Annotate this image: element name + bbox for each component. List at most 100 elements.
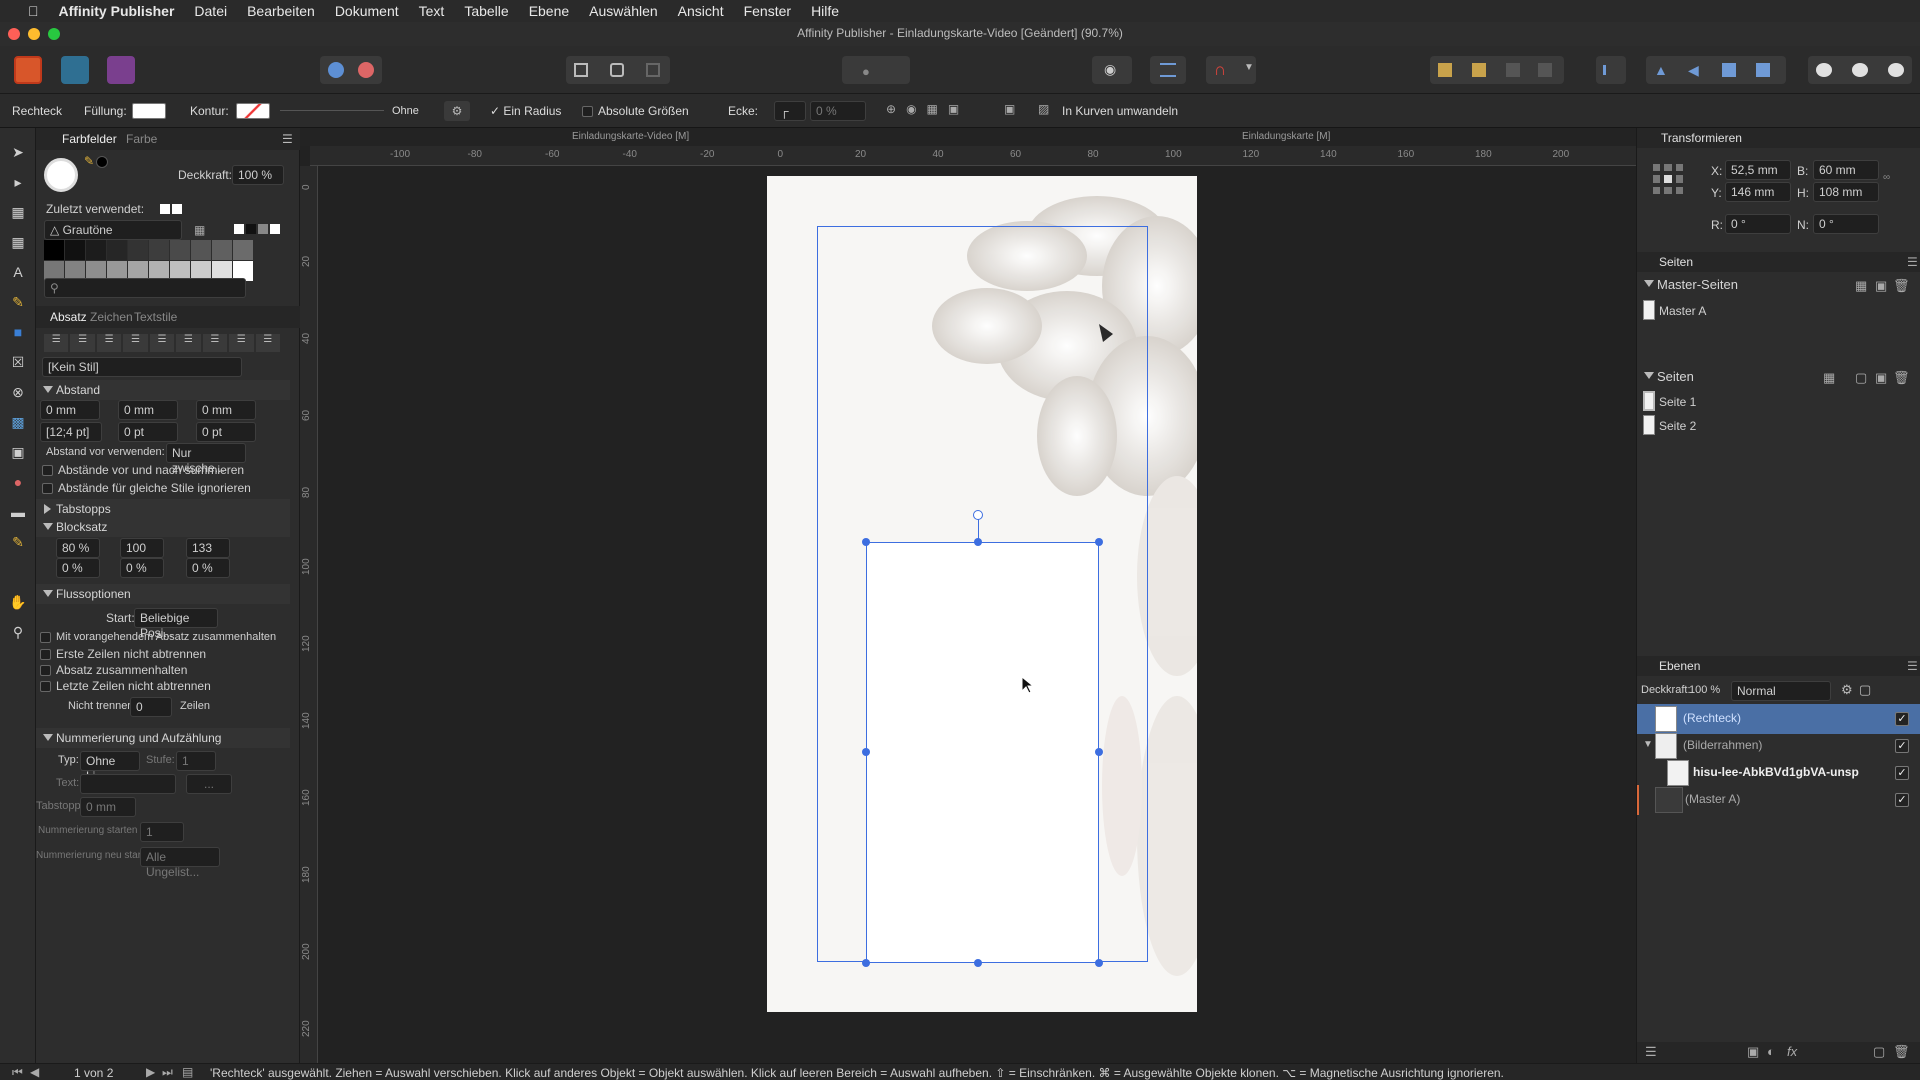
fill-swatch[interactable] bbox=[132, 103, 166, 119]
align-icon[interactable] bbox=[1603, 65, 1619, 75]
one-radius-checkbox[interactable]: ✓ Ein Radius bbox=[490, 104, 561, 118]
color-picker-tool-icon[interactable]: ✎ bbox=[8, 532, 28, 552]
share-icon[interactable] bbox=[328, 62, 344, 78]
menu-dokument[interactable]: Dokument bbox=[325, 0, 409, 22]
swatch-white-small[interactable] bbox=[270, 224, 280, 234]
blend-mode-select[interactable]: Normal bbox=[1731, 681, 1831, 701]
gray-swatch[interactable] bbox=[170, 240, 190, 260]
start-number-field[interactable]: 1 bbox=[140, 822, 184, 842]
align-away-icon[interactable]: ☰ bbox=[255, 334, 280, 352]
word-spacing-opt-field[interactable]: 100 % bbox=[120, 538, 164, 570]
type-select[interactable]: Ohne Li... bbox=[80, 751, 140, 783]
letter-spacing-max-field[interactable]: 0 % bbox=[186, 558, 230, 578]
anchor-point[interactable] bbox=[1653, 175, 1661, 183]
tab-absatz[interactable]: Absatz bbox=[50, 310, 87, 324]
flip-horizontal-icon[interactable]: ▲ bbox=[1654, 62, 1668, 78]
gear-icon[interactable]: ⚙ bbox=[444, 101, 470, 121]
justify-center-icon[interactable]: ☰ bbox=[149, 334, 175, 352]
mask-icon[interactable]: ▣ bbox=[1747, 1044, 1759, 1060]
page-1-thumbnail[interactable] bbox=[1643, 391, 1655, 411]
arrange-back-icon[interactable] bbox=[1438, 63, 1452, 77]
gray-swatch[interactable] bbox=[212, 240, 232, 260]
keep-together-checkbox[interactable]: Absatz zusammenhalten bbox=[40, 663, 187, 677]
x-field[interactable]: 52,5 mm bbox=[1725, 160, 1791, 180]
page-options-icon[interactable]: ▦ bbox=[1823, 370, 1835, 386]
next-page-icon[interactable]: ▶ bbox=[146, 1065, 155, 1079]
layer-visibility-checkbox[interactable]: ✓ bbox=[1895, 793, 1909, 807]
opacity-field[interactable]: 100 % bbox=[232, 165, 284, 185]
anchor-point[interactable] bbox=[1675, 175, 1683, 183]
menu-ebene[interactable]: Ebene bbox=[519, 0, 579, 22]
move-tool-icon[interactable]: ➤ bbox=[8, 142, 28, 162]
photo-persona-icon[interactable] bbox=[61, 56, 89, 84]
publisher-persona-icon[interactable] bbox=[14, 56, 42, 84]
delete-page-icon[interactable]: 🗑 bbox=[1893, 370, 1910, 386]
corner-type-select[interactable]: ┌ bbox=[774, 101, 806, 121]
duplicate-page-icon[interactable]: ▣ bbox=[1875, 370, 1887, 386]
palette-select[interactable]: △ Grautöne bbox=[44, 220, 182, 240]
numbering-section[interactable]: Nummerierung und Aufzählung bbox=[36, 728, 290, 748]
add-master-icon[interactable]: ▦ bbox=[1855, 278, 1867, 294]
zoom-tool-icon[interactable]: ⚲ bbox=[8, 622, 28, 642]
picture-frame-tool-icon[interactable]: ☒ bbox=[8, 352, 28, 372]
snapping-magnet-icon[interactable]: ∩ bbox=[1214, 60, 1226, 80]
black-swatch[interactable] bbox=[96, 156, 108, 168]
menu-bearbeiten[interactable]: Bearbeiten bbox=[237, 0, 325, 22]
gear-icon[interactable]: ⚙ bbox=[1841, 682, 1853, 698]
menu-ansicht[interactable]: Ansicht bbox=[668, 0, 734, 22]
node-tool-icon[interactable]: ▸ bbox=[8, 172, 28, 192]
document-page[interactable] bbox=[767, 176, 1197, 1012]
delete-layer-icon[interactable]: 🗑 bbox=[1893, 1044, 1910, 1060]
layer-row-bilderrahmen[interactable]: ▼ (Bilderrahmen) ✓ bbox=[1637, 731, 1920, 761]
flow-section[interactable]: Flussoptionen bbox=[36, 584, 290, 604]
paragraph-style-select[interactable]: [Kein Stil] bbox=[42, 357, 242, 377]
layer-opacity-value[interactable]: 100 % bbox=[1689, 684, 1720, 696]
chevron-down-icon[interactable]: ▼ bbox=[1244, 62, 1254, 73]
gray-swatch[interactable] bbox=[149, 240, 169, 260]
text-select[interactable] bbox=[80, 774, 176, 794]
artistic-text-tool-icon[interactable]: A bbox=[8, 262, 28, 282]
indent-right-field[interactable]: 0 mm bbox=[118, 400, 178, 420]
resize-handle-r[interactable] bbox=[1095, 748, 1103, 756]
prev-page-icon[interactable]: ◀ bbox=[30, 1065, 39, 1079]
rotation-handle[interactable] bbox=[973, 510, 983, 520]
add-page-icon[interactable]: ▢ bbox=[1855, 370, 1867, 386]
rotate-left-icon[interactable] bbox=[1722, 63, 1736, 77]
gray-swatch[interactable] bbox=[44, 240, 64, 260]
layer-row-master[interactable]: (Master A) ✓ bbox=[1637, 785, 1920, 815]
absolute-sizes-checkbox[interactable]: Absolute Größen bbox=[582, 104, 689, 118]
hand-tool-icon[interactable]: ✋ bbox=[8, 592, 28, 612]
preflight-icon[interactable] bbox=[358, 62, 374, 78]
menu-text[interactable]: Text bbox=[409, 0, 455, 22]
letter-spacing-opt-field[interactable]: 0 % bbox=[120, 558, 164, 578]
last-lines-checkbox[interactable]: Letzte Zeilen nicht abtrennen bbox=[40, 679, 211, 693]
menu-hilfe[interactable]: Hilfe bbox=[801, 0, 849, 22]
menu-datei[interactable]: Datei bbox=[184, 0, 237, 22]
crosshair-icon[interactable]: ⊕ bbox=[886, 102, 896, 120]
crop-tool-icon[interactable]: ▣ bbox=[8, 442, 28, 462]
view-spread-icon[interactable] bbox=[610, 63, 624, 77]
doc-tab-card[interactable]: Einladungskarte [M] bbox=[1242, 131, 1330, 142]
page-1-label[interactable]: Seite 1 bbox=[1659, 395, 1696, 409]
sum-spacing-checkbox[interactable]: Abstände vor und nach summieren bbox=[42, 463, 244, 477]
delete-master-icon[interactable]: 🗑 bbox=[1893, 278, 1910, 294]
anchor-point[interactable] bbox=[1653, 186, 1661, 194]
anchor-point[interactable] bbox=[1675, 186, 1683, 194]
place-image-tool-icon[interactable]: ▩ bbox=[8, 412, 28, 432]
align-right-icon[interactable]: ☰ bbox=[96, 334, 122, 352]
justify-right-icon[interactable]: ☰ bbox=[176, 334, 201, 352]
apple-icon[interactable]:  bbox=[18, 0, 49, 22]
doc-tab-video[interactable]: Einladungskarte-Video [M] bbox=[572, 131, 689, 142]
resize-handle-bl[interactable] bbox=[862, 959, 870, 967]
y-field[interactable]: 146 mm bbox=[1725, 182, 1791, 202]
first-page-icon[interactable]: ⏮ bbox=[12, 1065, 23, 1080]
chevron-down-icon[interactable]: ▼ bbox=[1643, 739, 1653, 750]
palette-options-icon[interactable]: ▦ bbox=[194, 223, 205, 237]
page-list-icon[interactable]: ▤ bbox=[182, 1065, 193, 1079]
word-spacing-max-field[interactable]: 133 % bbox=[186, 538, 230, 570]
no-break-field[interactable]: 0 bbox=[130, 697, 172, 717]
layer-visibility-checkbox[interactable]: ✓ bbox=[1895, 739, 1909, 753]
corner-value-field[interactable]: 0 % bbox=[810, 101, 866, 121]
resize-handle-tl[interactable] bbox=[862, 538, 870, 546]
resize-handle-t[interactable] bbox=[974, 538, 982, 546]
